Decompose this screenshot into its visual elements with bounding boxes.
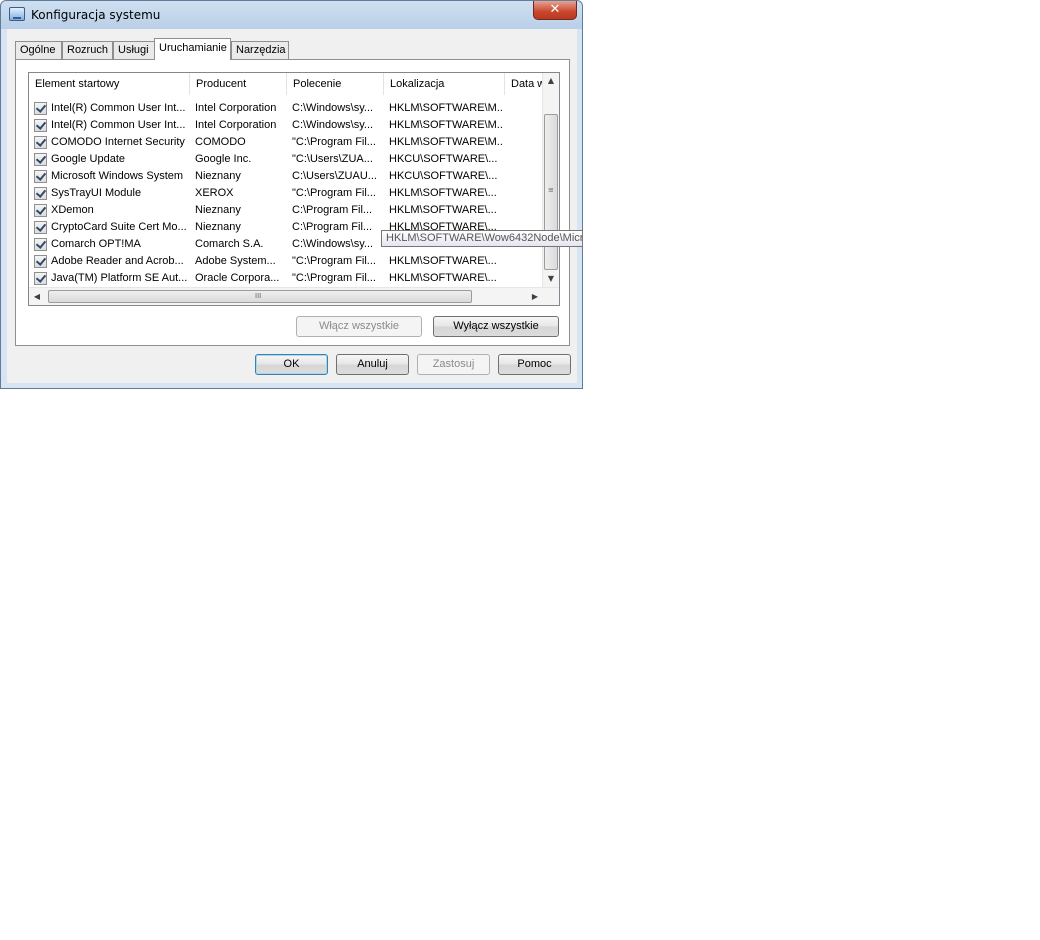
- startup-item-name: Comarch OPT!MA: [51, 238, 141, 250]
- horizontal-scroll-thumb[interactable]: III: [48, 290, 472, 303]
- scroll-up-icon[interactable]: ▲: [543, 76, 559, 85]
- window-title: Konfiguracja systemu: [31, 8, 161, 22]
- startup-item-command: C:\Program Fil...: [292, 204, 373, 216]
- startup-item-command: "C:\Program Fil...: [292, 136, 376, 148]
- startup-item-checkbox[interactable]: [34, 102, 47, 115]
- scroll-down-icon[interactable]: ▼: [543, 274, 559, 283]
- startup-item-command: "C:\Program Fil...: [292, 187, 376, 199]
- column-header-manufacturer[interactable]: Producent: [190, 73, 287, 95]
- startup-item-checkbox[interactable]: [34, 119, 47, 132]
- grip-icon: III: [255, 292, 262, 300]
- startup-item-name: XDemon: [51, 204, 94, 216]
- close-button[interactable]: ✕: [533, 1, 577, 20]
- startup-item-checkbox[interactable]: [34, 136, 47, 149]
- startup-item-vendor: Intel Corporation: [195, 119, 277, 131]
- enable-all-button[interactable]: Włącz wszystkie: [296, 316, 422, 337]
- scroll-right-icon[interactable]: ▶: [527, 292, 543, 301]
- startup-item-checkbox[interactable]: [34, 255, 47, 268]
- startup-item-location: HKLM\SOFTWARE\M...: [389, 136, 503, 148]
- system-config-window: Konfiguracja systemu ✕ Ogólne Rozruch Us…: [0, 0, 583, 389]
- list-item[interactable]: Google Update Google Inc. "C:\Users\ZUA.…: [29, 151, 543, 168]
- startup-item-command: C:\Windows\sy...: [292, 119, 374, 131]
- startup-item-command: "C:\Users\ZUA...: [292, 153, 373, 165]
- startup-item-checkbox[interactable]: [34, 170, 47, 183]
- help-button[interactable]: Pomoc: [498, 354, 571, 375]
- apply-button[interactable]: Zastosuj: [417, 354, 490, 375]
- tab-boot[interactable]: Rozruch: [62, 41, 113, 59]
- tab-startup[interactable]: Uruchamianie: [154, 38, 231, 60]
- startup-items-list[interactable]: Element startowy Producent Polecenie Lok…: [28, 72, 560, 306]
- startup-item-name: Java(TM) Platform SE Aut...: [51, 272, 187, 284]
- title-bar[interactable]: Konfiguracja systemu ✕: [1, 1, 582, 29]
- startup-item-vendor: Adobe System...: [195, 255, 276, 267]
- startup-item-command: C:\Users\ZUAU...: [292, 170, 377, 182]
- list-item[interactable]: XDemon Nieznany C:\Program Fil... HKLM\S…: [29, 202, 543, 219]
- startup-item-name: Microsoft Windows System: [51, 170, 184, 182]
- list-item[interactable]: Microsoft Windows System Nieznany C:\Use…: [29, 168, 543, 185]
- startup-item-command: "C:\Program Fil...: [292, 255, 376, 267]
- cancel-button[interactable]: Anuluj: [336, 354, 409, 375]
- startup-item-vendor: Oracle Corpora...: [195, 272, 280, 284]
- startup-item-name: Google Update: [51, 153, 125, 165]
- startup-item-vendor: XEROX: [195, 187, 234, 199]
- startup-item-vendor: Nieznany: [195, 204, 241, 216]
- startup-item-command: C:\Windows\sy...: [292, 102, 374, 114]
- startup-item-vendor: Comarch S.A.: [195, 238, 264, 250]
- list-item[interactable]: Intel(R) Common User Int... Intel Corpor…: [29, 100, 543, 117]
- msconfig-app-icon: [9, 7, 25, 21]
- column-header-date[interactable]: Data w: [505, 73, 542, 95]
- list-item[interactable]: Java(TM) Platform SE Aut... Oracle Corpo…: [29, 270, 543, 287]
- startup-item-checkbox[interactable]: [34, 204, 47, 217]
- startup-item-vendor: Intel Corporation: [195, 102, 277, 114]
- list-item[interactable]: SysTrayUI Module XEROX "C:\Program Fil..…: [29, 185, 543, 202]
- tab-tools[interactable]: Narzędzia: [231, 41, 289, 59]
- startup-item-location: HKCU\SOFTWARE\...: [389, 153, 498, 165]
- startup-item-name: COMODO Internet Security: [51, 136, 185, 148]
- ok-button[interactable]: OK: [255, 354, 328, 375]
- startup-item-checkbox[interactable]: [34, 153, 47, 166]
- startup-item-name: Intel(R) Common User Int...: [51, 102, 186, 114]
- tab-services[interactable]: Usługi: [113, 41, 155, 59]
- startup-item-checkbox[interactable]: [34, 187, 47, 200]
- startup-item-checkbox[interactable]: [34, 221, 47, 234]
- scroll-left-icon[interactable]: ◀: [29, 292, 45, 301]
- dialog-client-area: Ogólne Rozruch Usługi Uruchamianie Narzę…: [7, 29, 577, 383]
- column-header-startup-item[interactable]: Element startowy: [29, 73, 190, 95]
- startup-item-name: Intel(R) Common User Int...: [51, 119, 186, 131]
- column-header-command[interactable]: Polecenie: [287, 73, 384, 95]
- startup-item-location: HKLM\SOFTWARE\...: [389, 255, 497, 267]
- startup-item-checkbox[interactable]: [34, 272, 47, 285]
- startup-item-location: HKLM\SOFTWARE\M...: [389, 119, 503, 131]
- startup-tab-panel: Element startowy Producent Polecenie Lok…: [15, 59, 570, 346]
- startup-item-name: CryptoCard Suite Cert Mo...: [51, 221, 187, 233]
- startup-item-location: HKLM\SOFTWARE\M...: [389, 102, 503, 114]
- location-tooltip: HKLM\SOFTWARE\Wow6432Node\Micros: [381, 230, 583, 247]
- tab-general[interactable]: Ogólne: [15, 41, 62, 59]
- vertical-scrollbar[interactable]: ▲ ≡ ▼: [542, 73, 559, 287]
- startup-item-command: "C:\Program Fil...: [292, 272, 376, 284]
- column-header-location[interactable]: Lokalizacja: [384, 73, 505, 95]
- startup-item-command: C:\Windows\sy...: [292, 238, 374, 250]
- startup-item-command: C:\Program Fil...: [292, 221, 373, 233]
- list-item[interactable]: Adobe Reader and Acrob... Adobe System..…: [29, 253, 543, 270]
- startup-item-vendor: Nieznany: [195, 221, 241, 233]
- startup-item-name: SysTrayUI Module: [51, 187, 142, 199]
- startup-item-location: HKLM\SOFTWARE\...: [389, 187, 497, 199]
- grip-icon: ≡: [548, 186, 554, 194]
- startup-item-name: Adobe Reader and Acrob...: [51, 255, 184, 267]
- list-item[interactable]: Intel(R) Common User Int... Intel Corpor…: [29, 117, 543, 134]
- horizontal-scrollbar[interactable]: ◀ III ▶: [29, 287, 559, 305]
- close-icon: ✕: [549, 2, 561, 17]
- startup-item-location: HKCU\SOFTWARE\...: [389, 170, 498, 182]
- startup-item-vendor: Google Inc.: [195, 153, 252, 165]
- disable-all-button[interactable]: Wyłącz wszystkie: [433, 316, 559, 337]
- startup-item-vendor: Nieznany: [195, 170, 241, 182]
- startup-item-location: HKLM\SOFTWARE\...: [389, 204, 497, 216]
- startup-item-vendor: COMODO: [195, 136, 246, 148]
- startup-item-location: HKLM\SOFTWARE\...: [389, 272, 497, 284]
- startup-item-checkbox[interactable]: [34, 238, 47, 251]
- list-item[interactable]: COMODO Internet Security COMODO "C:\Prog…: [29, 134, 543, 151]
